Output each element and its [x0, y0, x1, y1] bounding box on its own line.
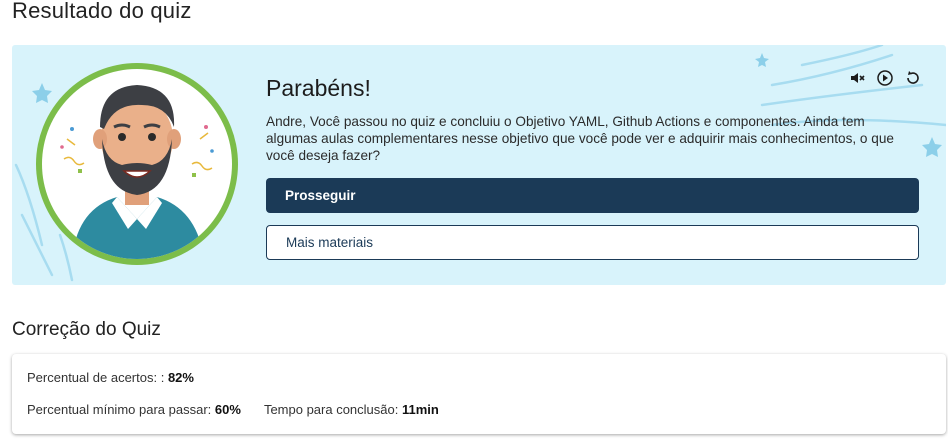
avatar	[42, 69, 232, 259]
hits-row: Percentual de acertos: : 82%	[27, 370, 194, 385]
avatar-ring	[36, 63, 238, 265]
media-controls	[848, 69, 922, 87]
page-title: Resultado do quiz	[12, 0, 192, 23]
mute-icon[interactable]	[848, 69, 866, 87]
congrats-heading: Parabéns!	[266, 75, 371, 101]
completion-time-label: Tempo para conclusão:	[263, 402, 399, 417]
section-title: Correção do Quiz	[12, 319, 161, 340]
min-pass-label: Percentual mínimo para passar:	[27, 402, 212, 417]
min-pass-value: 60%	[214, 402, 241, 417]
avatar-illustration	[60, 85, 214, 259]
stats-row: Percentual mínimo para passar: 60% Tempo…	[27, 402, 439, 417]
congrats-message: Andre, Você passou no quiz e concluiu o …	[266, 114, 894, 163]
completion-time-value: 11min	[401, 402, 439, 417]
replay-icon[interactable]	[904, 69, 922, 87]
more-materials-button[interactable]: Mais materiais	[266, 225, 919, 260]
play-icon[interactable]	[876, 69, 894, 87]
proceed-button[interactable]: Prosseguir	[266, 178, 919, 213]
quiz-correction-card: Percentual de acertos: : 82% Percentual …	[12, 354, 946, 434]
hits-label: Percentual de acertos: :	[27, 370, 165, 385]
quiz-result-banner: Parabéns! Andre, Você passou no quiz e c…	[12, 45, 946, 285]
hits-value: 82%	[167, 370, 194, 385]
